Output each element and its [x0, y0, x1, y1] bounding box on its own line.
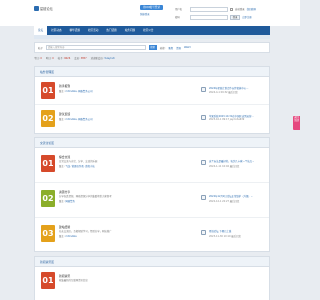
newest-member-link[interactable]: Yuleyindi [104, 57, 115, 60]
section-title[interactable]: 交流讨论区 [35, 138, 269, 148]
forum-description: 收集最新的互联网资讯信息 [59, 279, 88, 282]
hot-search-label: 热搜: [159, 46, 166, 50]
forum-row[interactable]: 01 综合交流 日常交流与讨论、分享、交流的乐园 版主: 飞龙, 管理员作者, … [35, 148, 269, 183]
password-field[interactable] [190, 14, 228, 20]
stat-label: 会员: [74, 57, 80, 60]
forum-number-badge: 03 [41, 225, 55, 242]
search-input[interactable]: 请输入搜索内容 [45, 45, 146, 50]
forum-moderators: 版主: mrtrubba, 网络警务公司 [59, 118, 93, 121]
main-nav: 论坛 社区动态 精华话题 社区活动 热门话题 站务问题 社区公告 [34, 26, 270, 35]
last-post-time: 2024-1-11 10:02 最后回复 [209, 165, 240, 168]
register-link[interactable]: 立即注册 [242, 15, 252, 19]
logo-mark-icon [34, 6, 39, 11]
last-post-time: 2023-10-1 09:17 jaycloha639 [209, 118, 245, 121]
last-post-title[interactable]: 星链论坛 下期已上线 [209, 229, 267, 233]
site-logo[interactable]: 星链论坛 [34, 5, 72, 12]
hot-tag[interactable]: Web3 [184, 46, 191, 49]
forum-description: 站长交流区，互相帮助学习，经验分享，网站推广 [59, 230, 112, 233]
find-password-link[interactable]: 找回密码 [247, 7, 257, 11]
stat-value: 3857 [80, 57, 87, 60]
stat-label: 今日: [34, 57, 40, 60]
last-post-icon [201, 160, 206, 165]
stat-label: 帖子: [57, 57, 64, 60]
forum-moderators: 版主: 飞龙, 管理员作者, 游戏小站 [59, 165, 95, 168]
section-title[interactable]: 新闻资讯区 [35, 257, 269, 267]
last-post-time: 2023-11-30 10:10 最后回复 [209, 235, 241, 238]
forum-number-badge: 01 [41, 155, 55, 172]
stat-value: 0 [40, 57, 42, 60]
hot-tag[interactable]: 资源 [176, 46, 181, 50]
remember-label: 自动登录 [235, 8, 245, 11]
forum-row[interactable]: 03 建站经验 站长交流区，互相帮助学习，经验分享，网站推广 版主: mrtru… [35, 218, 269, 252]
forum-section: 站务管理区 01 新手报到 版主: mrtrubba, 网络警务公司 2024年… [34, 66, 270, 134]
remember-checkbox[interactable] [230, 7, 233, 11]
stat-value: 0 [52, 57, 54, 60]
forum-number-badge: 01 [41, 272, 55, 289]
last-post-time: 2024-4-1 09:32 最后回复 [209, 91, 238, 94]
search-bar: 帖子 请输入搜索内容 搜索 热搜: 教程 资源 Web3 [34, 42, 270, 53]
forum-name[interactable]: 建议反馈 [59, 112, 70, 116]
login-form: 用户名 自动登录 找回密码 密码 登录 立即注册 [175, 6, 270, 22]
stat-label: 欢迎新会员: [90, 57, 104, 60]
last-post-icon [201, 87, 206, 92]
forum-row[interactable]: 01 新闻资讯 收集最新的互联网资讯信息 [35, 267, 269, 295]
last-post-title[interactable]: 2022年12月2日论坛正常维护（升级）... [209, 194, 267, 198]
last-post-icon [201, 230, 206, 235]
forum-row[interactable]: 01 新手报到 版主: mrtrubba, 网络警务公司 2024年星链计划合作… [35, 77, 269, 105]
forum-row[interactable]: 02 建议反馈 版主: mrtrubba, 网络警务公司 苹果系统2023.10… [35, 105, 269, 133]
last-post-time: 2022-12-1 22:27 最后回复 [209, 200, 240, 203]
search-scope[interactable]: 帖子 [38, 46, 43, 50]
nav-item-forum[interactable]: 论坛 [34, 26, 48, 35]
nav-item-site-issues[interactable]: 站务问题 [121, 26, 139, 35]
search-button[interactable]: 搜索 [148, 45, 157, 50]
nav-item-hot[interactable]: 热门话题 [102, 26, 120, 35]
nav-item-events[interactable]: 社区活动 [84, 26, 102, 35]
hot-tag[interactable]: 教程 [168, 46, 173, 50]
forum-name[interactable]: 新手报到 [59, 84, 70, 88]
stat-label: 昨日: [45, 57, 52, 60]
forum-row[interactable]: 02 资源分享 分享各类资源、网络资源分享的集散地供大家参考 版主: 网络警务 … [35, 183, 269, 218]
last-post-icon [201, 195, 206, 200]
username-label: 用户名 [175, 8, 183, 11]
top-bar: 星链论坛 用QQ帐号登录 快捷登录 用户名 自动登录 找回密码 密码 登录 立即… [0, 0, 300, 26]
logo-text: 星链论坛 [40, 7, 53, 11]
forum-number-badge: 02 [41, 190, 55, 207]
forum-number-badge: 01 [41, 82, 55, 99]
password-label: 密码 [175, 16, 180, 19]
forum-description: 分享各类资源、网络资源分享的集散地供大家参考 [59, 195, 112, 198]
last-post-icon [201, 115, 206, 120]
fast-login-link[interactable]: 快捷登录 [140, 12, 150, 16]
forum-section: 交流讨论区 01 综合交流 日常交流与讨论、分享、交流的乐园 版主: 飞龙, 管… [34, 137, 270, 252]
last-post-title[interactable]: 这个玩法是最好的，每次几十家一个站点... [209, 159, 267, 163]
forum-section: 新闻资讯区 01 新闻资讯 收集最新的互联网资讯信息 [34, 256, 270, 300]
stat-value: 9626 [64, 57, 71, 60]
section-title[interactable]: 站务管理区 [35, 67, 269, 77]
login-button[interactable]: 登录 [230, 14, 240, 20]
forum-description: 日常交流与讨论、分享、交流的乐园 [59, 160, 98, 163]
nav-item-announcements[interactable]: 社区公告 [139, 26, 157, 35]
forum-number-badge: 02 [41, 110, 55, 127]
forum-stats: 今日: 0 昨日: 0 帖子: 9626 会员: 3857 欢迎新会员: Yul… [34, 55, 270, 61]
nav-item-featured[interactable]: 精华话题 [66, 26, 84, 35]
nav-item-dynamics[interactable]: 社区动态 [47, 26, 65, 35]
quick-login: 用QQ帐号登录 [140, 5, 164, 10]
forum-moderators: 版主: 网络警务 [59, 200, 75, 203]
username-field[interactable] [190, 6, 228, 12]
sub-nav [34, 35, 270, 39]
qq-login-button[interactable]: 用QQ帐号登录 [140, 5, 164, 10]
forum-moderators: 版主: mrtrubba, 网络警务公司 [59, 90, 93, 93]
forum-moderators: 版主: mrtrubba [59, 235, 77, 238]
back-to-top-tab[interactable]: 返回顶部 [293, 116, 300, 130]
